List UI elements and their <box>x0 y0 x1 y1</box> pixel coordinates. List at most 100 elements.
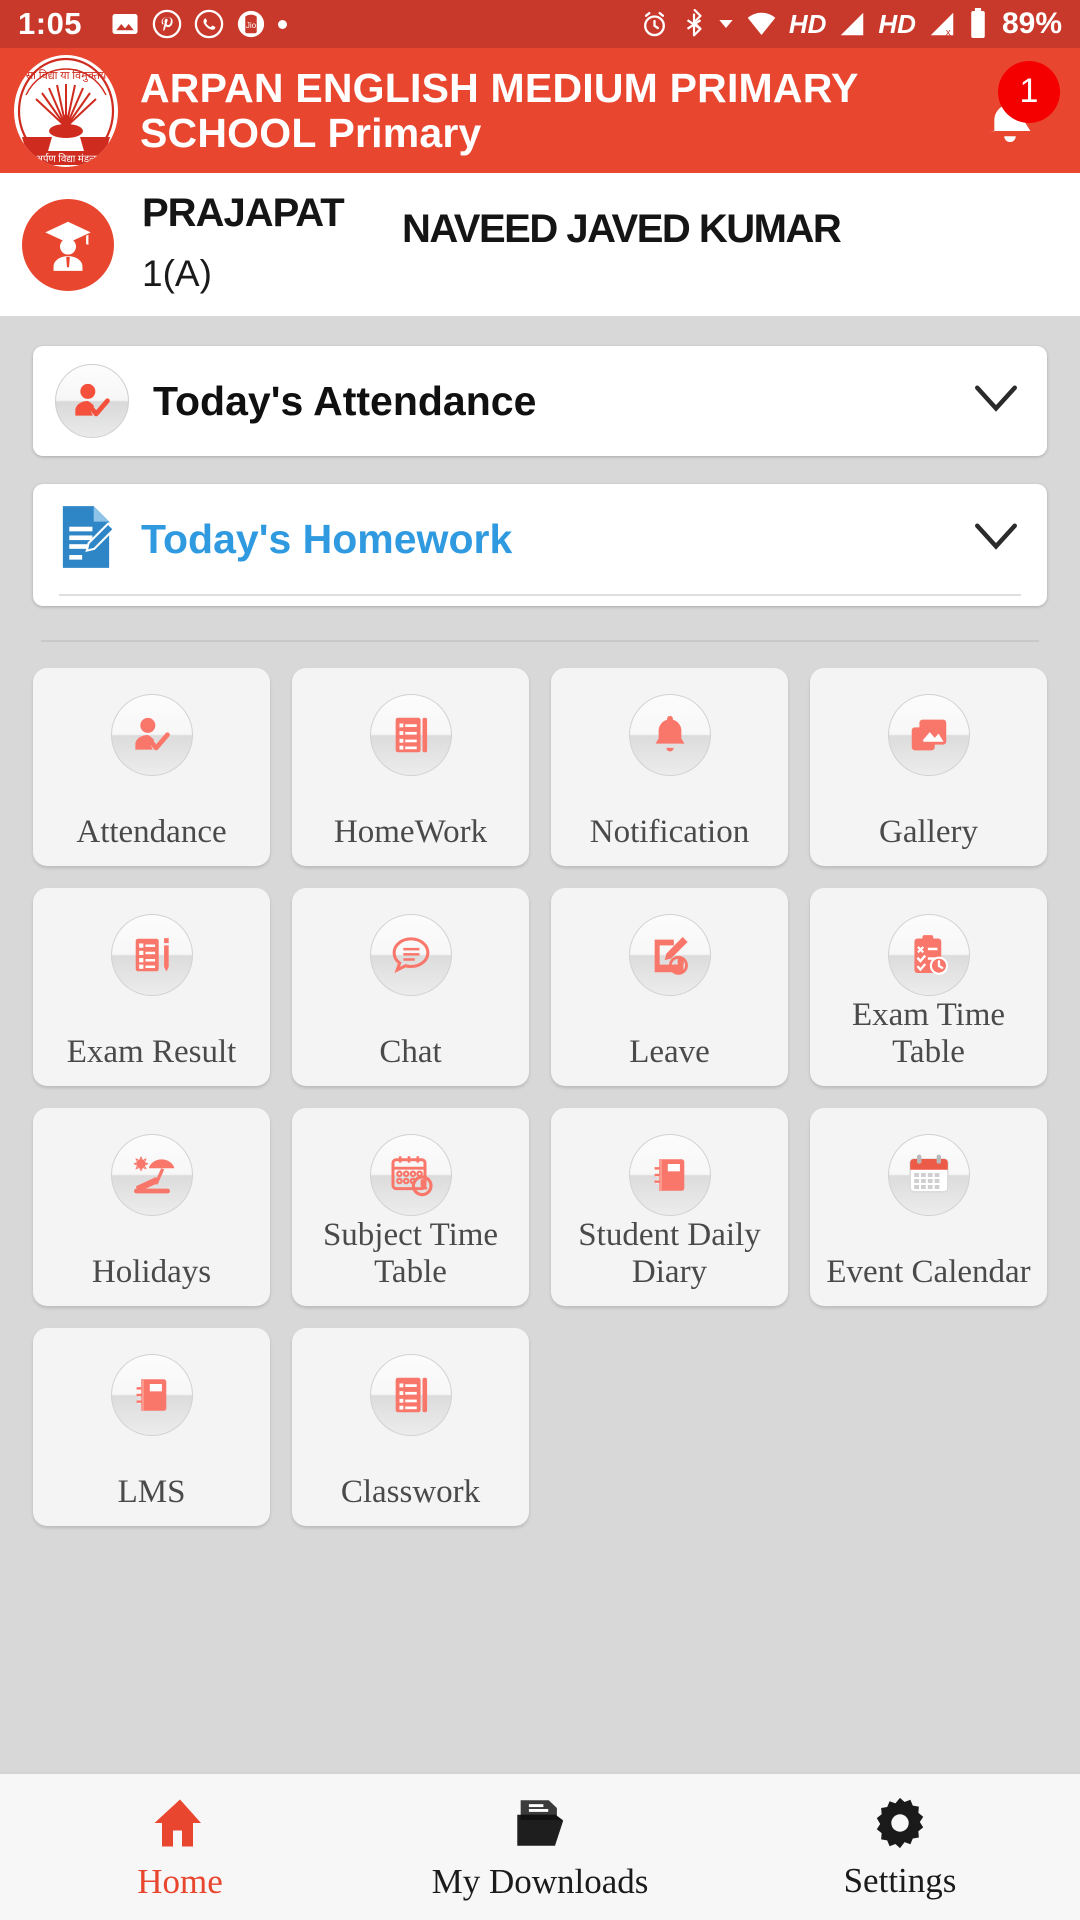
todays-homework-card[interactable]: Today's Homework <box>33 484 1047 606</box>
student-avatar <box>22 198 114 291</box>
student-name: PRAJAPAT NAVEED JAVED KUMAR <box>142 191 1058 251</box>
grid-tile-holidays[interactable]: Holidays <box>33 1108 270 1306</box>
nav-label-my-downloads: My Downloads <box>431 1862 649 1901</box>
grid-tile-lms[interactable]: LMS <box>33 1328 270 1526</box>
grid-tile-notification[interactable]: Notification <box>551 668 788 866</box>
diary-book-icon <box>110 1354 193 1436</box>
chevron-down-icon <box>718 16 734 32</box>
student-name-line-2: NAVEED JAVED KUMAR <box>402 206 842 251</box>
student-class: 1(A) <box>142 252 212 294</box>
signal-icon <box>837 10 867 38</box>
grid-tile-label: Event Calendar <box>826 1253 1031 1290</box>
leave-edit-clock-icon <box>628 914 711 996</box>
svg-text:अर्पण विद्या मंडळ: अर्पण विद्या मंडळ <box>35 153 97 165</box>
grid-tile-event-calendar[interactable]: Event Calendar <box>810 1108 1047 1306</box>
grid-tile-label: LMS <box>117 1473 186 1510</box>
status-time: 1:05 <box>18 6 83 41</box>
home-icon <box>154 1799 201 1847</box>
todays-homework-label: Today's Homework <box>141 515 513 562</box>
whatsapp-icon <box>194 9 224 39</box>
student-info: PRAJAPAT NAVEED JAVED KUMAR 1(A) <box>142 191 1058 295</box>
app-root: 1:05 Jio HD HD x 89% ॥ सा विद्या या विमु… <box>0 0 1080 1920</box>
nav-label-settings: Settings <box>843 1861 957 1900</box>
battery-icon <box>968 8 988 40</box>
clipboard-clock-icon <box>887 914 970 996</box>
calendar-icon <box>887 1134 970 1216</box>
status-bar-left: 1:05 Jio <box>18 6 288 42</box>
grid-tile-label: Attendance <box>76 813 227 850</box>
grid-tile-label: Classwork <box>340 1473 481 1510</box>
grid-tile-label: Gallery <box>879 813 978 850</box>
todays-attendance-label: Today's Attendance <box>153 377 537 424</box>
svg-text:॥ सा विद्या या विमुक्तये ॥: ॥ सा विद्या या विमुक्तये ॥ <box>16 69 115 82</box>
notification-bell-button[interactable]: 1 <box>962 60 1060 159</box>
graduate-icon <box>45 221 91 271</box>
dot-icon <box>278 19 288 29</box>
nav-item-settings[interactable]: Settings <box>720 1793 1080 1901</box>
nav-item-my-downloads[interactable]: My Downloads <box>360 1792 720 1902</box>
beach-umbrella-icon <box>110 1134 193 1216</box>
chevron-down-icon[interactable] <box>973 522 1019 557</box>
signal-off-icon: x <box>927 10 957 38</box>
alarm-icon <box>639 9 670 40</box>
pinterest-icon <box>152 9 182 39</box>
section-divider <box>41 640 1039 642</box>
nav-item-home[interactable]: Home <box>0 1792 360 1902</box>
bell-icon <box>628 694 711 776</box>
grid-tile-label: Leave <box>629 1033 710 1070</box>
svg-text:Jio: Jio <box>246 21 257 30</box>
gear-icon <box>876 1797 924 1849</box>
homework-document-pencil-icon <box>55 501 117 578</box>
grid-tile-classwork[interactable]: Classwork <box>292 1328 529 1526</box>
grid-tile-student-daily-diary[interactable]: Student Daily Diary <box>551 1108 788 1306</box>
network-type-2: HD <box>878 8 916 39</box>
photo-stack-icon <box>887 694 970 776</box>
grid-tile-label: HomeWork <box>333 813 488 850</box>
grid-tile-label: Subject Time Table <box>322 1217 499 1290</box>
gallery-icon <box>110 9 140 39</box>
network-type-1: HD <box>788 8 827 39</box>
grid-tile-label: Exam Result <box>66 1033 237 1070</box>
grid-tile-label: Notification <box>589 813 750 850</box>
grid-tile-label: Chat <box>379 1033 442 1070</box>
feature-grid: Attendance HomeWork Notification Gallery… <box>33 668 1047 1526</box>
status-bar-right: HD HD x 89% <box>639 7 1062 41</box>
school-logo: ॥ सा विद्या या विमुक्तये ॥ अर्पण विद्या … <box>14 54 118 167</box>
notification-badge: 1 <box>998 60 1060 123</box>
homework-divider <box>59 594 1021 596</box>
jio-icon: Jio <box>236 9 266 39</box>
attendance-person-check-icon <box>110 694 193 776</box>
todays-homework-row: Today's Homework <box>33 484 1047 594</box>
grid-tile-gallery[interactable]: Gallery <box>810 668 1047 866</box>
student-name-line-1: PRAJAPAT <box>142 190 345 235</box>
battery-percent: 89% <box>1001 7 1062 40</box>
notebook-list-icon <box>369 1354 452 1436</box>
grid-tile-label: Exam Time Table <box>851 997 1006 1070</box>
calendar-clock-icon <box>369 1134 452 1216</box>
grid-tile-label: Holidays <box>91 1253 212 1290</box>
bottom-navigation: Home My Downloads Settings <box>0 1772 1080 1920</box>
grid-tile-subject-time-table[interactable]: Subject Time Table <box>292 1108 529 1306</box>
app-title: ARPAN ENGLISH MEDIUM PRIMARY SCHOOL Prim… <box>140 65 858 156</box>
grid-tile-leave[interactable]: Leave <box>551 888 788 1086</box>
grid-tile-attendance[interactable]: Attendance <box>33 668 270 866</box>
nav-label-home: Home <box>137 1862 223 1901</box>
app-bar: ॥ सा विद्या या विमुक्तये ॥ अर्पण विद्या … <box>0 48 1080 173</box>
student-profile-row[interactable]: PRAJAPAT NAVEED JAVED KUMAR 1(A) <box>0 173 1080 316</box>
chevron-down-icon[interactable] <box>973 384 1019 419</box>
grid-tile-exam-result[interactable]: Exam Result <box>33 888 270 1086</box>
folder-icon <box>517 1800 564 1846</box>
svg-text:x: x <box>946 27 951 38</box>
notebook-list-icon <box>369 694 452 776</box>
main-content: Today's Attendance Today's Homework Atte… <box>0 316 1080 1772</box>
bluetooth-icon <box>681 8 707 40</box>
status-bar: 1:05 Jio HD HD x 89% <box>0 0 1080 48</box>
result-sheet-pencil-icon <box>110 914 193 996</box>
attendance-person-check-icon <box>55 364 129 438</box>
grid-tile-exam-time-table[interactable]: Exam Time Table <box>810 888 1047 1086</box>
grid-tile-label: Student Daily Diary <box>578 1217 761 1290</box>
grid-tile-homework[interactable]: HomeWork <box>292 668 529 866</box>
grid-tile-chat[interactable]: Chat <box>292 888 529 1086</box>
chat-bubble-icon <box>369 914 452 996</box>
todays-attendance-card[interactable]: Today's Attendance <box>33 346 1047 456</box>
